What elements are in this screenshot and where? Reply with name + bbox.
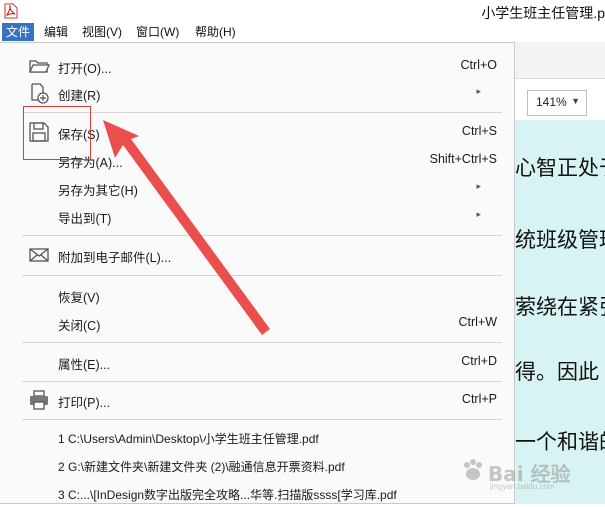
paw-logo-icon <box>464 459 482 480</box>
baidu-watermark: Bai 经验 jingyan.baidu.com <box>460 452 600 492</box>
watermark-subtext: jingyan.baidu.com <box>490 482 555 491</box>
annotation-arrow-icon <box>103 120 270 335</box>
